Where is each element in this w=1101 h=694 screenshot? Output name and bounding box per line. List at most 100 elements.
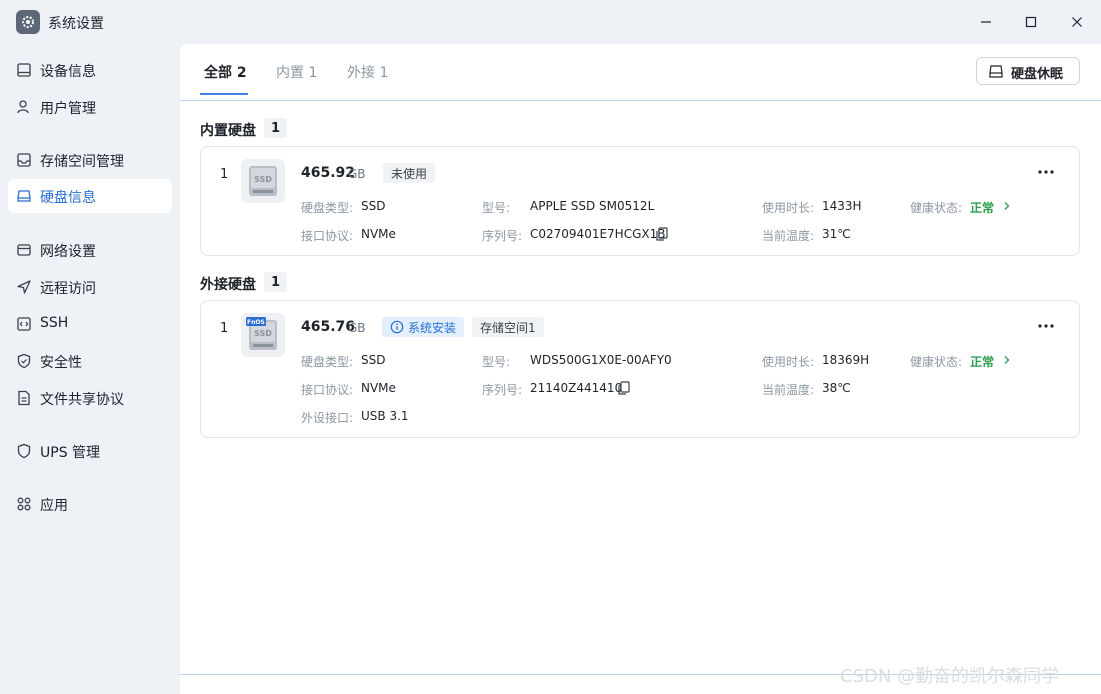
sidebar-item-label: UPS 管理 [40,445,101,461]
sidebar-item-security[interactable]: 安全性 [8,344,172,378]
info-icon [390,320,404,334]
sidebar-item-storage[interactable]: 存储空间管理 [8,143,172,177]
health-status-link[interactable]: 正常 [970,199,994,216]
copy-icon[interactable] [617,381,631,395]
code-icon [17,317,31,331]
sidebar-item-label: 设备信息 [40,64,96,80]
svg-text:SSD: SSD [254,175,272,184]
sidebar-item-label: 网络设置 [40,244,96,260]
send-icon [17,280,31,294]
disk-type-value: SSD [361,199,386,213]
sidebar-item-network[interactable]: 网络设置 [8,233,172,267]
sidebar-item-label: 存储空间管理 [40,154,124,170]
health-status-link[interactable]: 正常 [970,353,994,370]
main-panel: 全部 2 内置 1 外接 1 硬盘休眠 内置硬盘 1 1 SSD 465.92 … [180,44,1101,694]
window-title: 系统设置 [48,16,104,32]
minimize-icon [981,21,991,23]
tab-internal[interactable]: 内置 1 [276,62,317,82]
internal-disk-card: 1 SSD 465.92 GB 未使用 硬盘类型: SSD 型号: APPLE … [200,146,1080,256]
disk-hours-value: 18369H [822,353,870,367]
hibernate-label: 硬盘休眠 [1011,67,1064,82]
storage-icon [17,153,31,167]
active-tab-indicator [200,93,248,95]
system-install-badge: 系统安装 [382,317,465,337]
disk-icon [17,190,31,202]
disk-model-value: APPLE SSD SM0512L [530,199,655,213]
field-label: 接口协议: [301,383,354,397]
fnos-badge: FnOS [247,319,265,326]
disk-model-value: WDS500G1X0E-00AFY0 [530,353,672,367]
disk-interface-value: NVMe [361,381,396,395]
field-label: 外设接口: [301,411,354,425]
field-label: 使用时长: [762,201,815,215]
disk-temp-value: 31℃ [822,227,851,241]
disk-capacity-unit: GB [348,167,366,181]
field-label: 健康状态: [910,355,963,369]
chevron-right-icon[interactable] [1002,355,1012,365]
shield-icon [17,443,31,459]
disk-port-value: USB 3.1 [361,409,409,423]
disk-serial-value: 21140Z441410 [530,381,623,395]
sidebar-item-ssh[interactable]: SSH [8,307,172,341]
user-icon [17,100,29,114]
tab-all[interactable]: 全部 2 [204,62,247,82]
field-label: 型号: [482,355,511,369]
sidebar-item-label: 用户管理 [40,101,96,117]
disk-interface-value: NVMe [361,227,396,241]
sidebar-item-ups[interactable]: UPS 管理 [8,434,172,468]
more-icon[interactable] [1035,317,1057,335]
external-section-title: 外接硬盘 [200,277,256,293]
sidebar-item-remote-access[interactable]: 远程访问 [8,270,172,304]
sidebar-item-label: 远程访问 [40,281,96,297]
disk-capacity-unit: GB [348,321,366,335]
storage-pool-badge: 存储空间1 [472,317,544,337]
gear-icon [16,10,40,34]
sidebar-item-label: 硬盘信息 [40,190,96,206]
divider [180,100,1101,101]
field-label: 型号: [482,201,511,215]
status-badge: 未使用 [383,163,436,183]
shield-check-icon [17,353,31,369]
svg-text:SSD: SSD [254,329,272,338]
field-label: 硬盘类型: [301,355,354,369]
field-label: 序列号: [482,383,523,397]
sidebar-item-label: SSH [40,315,69,331]
maximize-icon [1025,16,1037,28]
disk-capacity: 465.76 [301,319,356,335]
sidebar-item-label: 应用 [40,498,68,514]
maximize-button[interactable] [1016,8,1046,36]
sidebar-item-device-info[interactable]: 设备信息 [8,53,172,87]
field-label: 序列号: [482,229,523,243]
file-icon [18,390,30,406]
close-icon [1072,17,1082,27]
disk-index: 1 [220,321,229,336]
minimize-button[interactable] [971,8,1001,36]
field-label: 硬盘类型: [301,201,354,215]
sidebar-item-apps[interactable]: 应用 [8,487,172,521]
sidebar-item-label: 安全性 [40,355,82,371]
ssd-icon: SSD [241,159,285,203]
title-bar: 系统设置 [0,0,1101,44]
disk-capacity: 465.92 [301,165,356,181]
chevron-right-icon[interactable] [1002,201,1012,211]
field-label: 当前温度: [762,229,815,243]
external-count-badge: 1 [264,272,288,292]
sidebar-item-label: 文件共享协议 [40,392,124,408]
disk-icon [989,65,1003,78]
watermark: CSDN @勤奋的凯尔森同学 [840,666,1060,687]
sidebar-item-file-sharing[interactable]: 文件共享协议 [8,381,172,415]
internal-count-badge: 1 [264,118,288,138]
field-label: 健康状态: [910,201,963,215]
sidebar-item-disk-info[interactable]: 硬盘信息 [8,179,172,213]
field-label: 使用时长: [762,355,815,369]
close-button[interactable] [1062,8,1092,36]
sidebar-item-users[interactable]: 用户管理 [8,90,172,124]
more-icon[interactable] [1035,163,1057,181]
disk-hibernate-button[interactable]: 硬盘休眠 [976,57,1080,85]
network-icon [17,244,31,256]
external-disk-card: 1 SSD FnOS 465.76 GB 系统安装 存储空间1 硬盘类型: SS… [200,300,1080,438]
disk-type-value: SSD [361,353,386,367]
system-install-label: 系统安装 [408,320,457,335]
copy-icon[interactable] [655,227,669,241]
tab-external[interactable]: 外接 1 [347,62,388,82]
